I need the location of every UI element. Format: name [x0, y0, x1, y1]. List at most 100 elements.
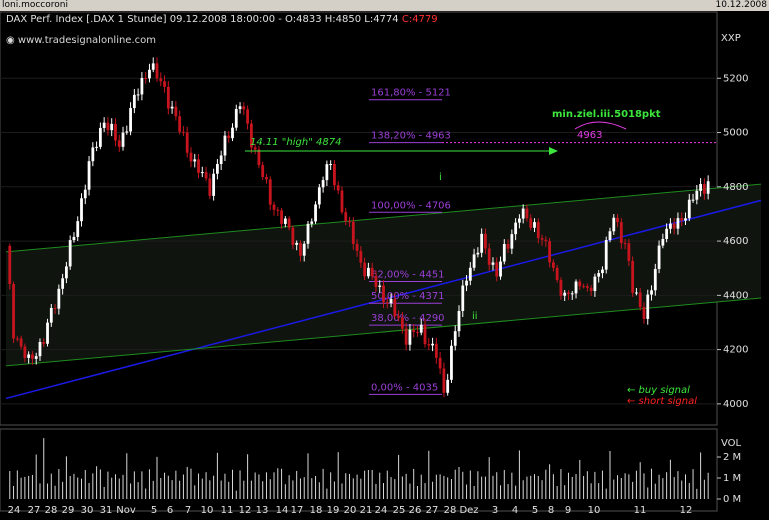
candle-body [559, 280, 563, 296]
candle-body [453, 331, 457, 346]
candle-body [518, 218, 521, 223]
candle-body [574, 281, 578, 294]
x-tick-label: 5 [151, 505, 157, 516]
y-tick-label: 5200 [723, 73, 748, 84]
candle-body [42, 342, 46, 344]
candle-body [106, 122, 110, 131]
candle-body [642, 307, 646, 319]
candle-body [608, 231, 612, 241]
candle-body [589, 287, 593, 292]
candle-body [465, 280, 468, 286]
candle-body [102, 122, 106, 128]
x-tick-label: 13 [256, 505, 269, 516]
candle-body [204, 172, 208, 179]
candle-body [197, 159, 200, 173]
candle-body [216, 163, 219, 174]
candle-body [246, 109, 249, 124]
candle-body [672, 223, 676, 229]
candle-body [155, 63, 159, 79]
vol-tick-label: 0 M [723, 494, 741, 505]
candle-body [431, 343, 434, 346]
candle-body [27, 354, 31, 358]
x-tick-label: 24 [375, 505, 388, 516]
candle-body [355, 243, 359, 251]
candle-body [68, 240, 72, 267]
candle-body [438, 357, 442, 369]
candle-body [321, 180, 325, 188]
x-tick-label: 12 [239, 505, 252, 516]
candle-body [699, 184, 702, 191]
high-annotation: 14.11 "high" 4874 [250, 137, 341, 148]
candle-body [34, 356, 38, 359]
x-tick-label: 21 [360, 505, 373, 516]
time-axis: 24 27 28 29 30 31 Nov 5 6 7 10 11 12 13 14 17 18 19 20 21 24… [8, 505, 693, 516]
candle-body [170, 106, 174, 109]
candle-body [521, 208, 525, 219]
candle-body [540, 238, 544, 240]
x-tick-label: 10 [588, 505, 601, 516]
candle-body [472, 254, 476, 268]
candle-body [442, 368, 446, 393]
x-tick-label: 27 [28, 505, 41, 516]
candle-body [12, 283, 15, 339]
close-value: C:4779 [401, 14, 438, 25]
candle-body [378, 285, 382, 287]
target-value: 4963 [577, 130, 602, 141]
candle-body [616, 217, 619, 223]
x-tick-label: 18 [310, 505, 323, 516]
x-tick-label: 26 [409, 505, 422, 516]
fib-label: 100,00% - 4706 [371, 200, 451, 211]
candle-body [189, 152, 193, 162]
chart-window: loni.moccoroni 10.12.2008 161,80% - 5121… [0, 0, 769, 520]
candle-body [374, 276, 378, 287]
candle-body [23, 346, 27, 358]
candle-body [408, 329, 412, 345]
candle-body [19, 338, 23, 347]
candle-body [268, 179, 272, 205]
candle-body [510, 234, 514, 249]
candle-body [585, 286, 589, 288]
candle-body [578, 281, 582, 287]
candle-body [480, 233, 484, 253]
candle-body [434, 343, 438, 358]
candle-body [695, 190, 699, 200]
x-tick-label: Nov [116, 505, 136, 516]
candle-body [484, 233, 487, 249]
candle-body [38, 342, 42, 357]
candle-body [468, 267, 472, 281]
candle-body [427, 344, 431, 346]
y-tick-label: 5000 [723, 128, 748, 139]
candle-body [193, 159, 197, 162]
candle-body [238, 106, 242, 110]
candle-body [76, 221, 80, 237]
candle-body [623, 243, 627, 245]
candle-body [295, 242, 299, 245]
candle-body [208, 178, 212, 196]
candle-body [200, 172, 204, 174]
x-tick-label: 30 [81, 505, 94, 516]
candle-body [661, 238, 665, 246]
candle-body [325, 164, 329, 181]
candle-body [91, 147, 95, 162]
candle-body [393, 299, 397, 317]
website-label: www.tradesignalonline.com [17, 35, 156, 46]
candle-body [151, 63, 155, 70]
candle-body [525, 208, 529, 219]
candle-body [612, 217, 616, 232]
candle-body [140, 78, 144, 95]
y-tick-label: 4200 [723, 345, 748, 356]
candle-body [299, 242, 302, 256]
fib-label: 62,00% - 4451 [371, 269, 445, 280]
candle-body [8, 245, 12, 284]
candle-body [231, 127, 234, 139]
candle-body [340, 190, 344, 213]
candle-body [597, 273, 601, 277]
candle-body [261, 165, 265, 178]
candle-body [657, 245, 661, 269]
candle-body [351, 221, 355, 244]
candle-body [446, 379, 450, 393]
fib-label: 0,00% - 4035 [371, 382, 438, 393]
candle-body [370, 267, 374, 277]
date-label: 10.12.2008 [715, 0, 767, 10]
fib-label: 161,80% - 5121 [371, 88, 451, 99]
